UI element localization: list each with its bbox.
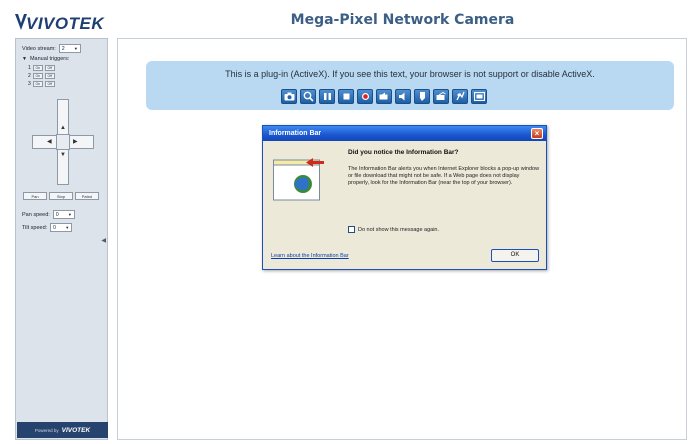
video-stream-row: Video stream: 2 ▼: [22, 44, 81, 53]
pan-right-icon[interactable]: ▶: [73, 139, 78, 145]
pan-button[interactable]: Pan: [23, 192, 47, 200]
video-toolbar: [281, 89, 487, 104]
trigger-3-off-button[interactable]: Off: [44, 81, 55, 87]
camera-icon[interactable]: [281, 89, 297, 104]
dialog-heading: Did you notice the Information Bar?: [348, 149, 459, 156]
page-title: Mega-Pixel Network Camera: [290, 12, 515, 28]
sidebar: Video stream: 2 ▼ ▼ Manual triggers: 1 O…: [15, 38, 108, 440]
trigger-1-off-button[interactable]: Off: [44, 65, 55, 71]
do-not-show-again-label[interactable]: Do not show this message again.: [358, 227, 439, 233]
video-stream-value: 2: [61, 45, 65, 52]
pan-speed-row: Pan speed: 0 ▼: [22, 210, 75, 219]
expand-icon: ▼: [22, 56, 27, 62]
collapse-sidebar-icon[interactable]: ◀: [101, 237, 106, 244]
tilt-speed-value: 0: [53, 224, 56, 231]
ptz-home-button[interactable]: [56, 134, 70, 150]
pan-speed-value: 0: [55, 211, 59, 218]
pan-speed-select[interactable]: 0 ▼: [52, 210, 75, 219]
trigger-2-on-button[interactable]: On: [32, 73, 43, 79]
tilt-speed-label: Tilt speed:: [22, 224, 48, 231]
dialog-title: Information Bar: [269, 130, 322, 137]
stop-icon[interactable]: [338, 89, 354, 104]
tilt-up-icon[interactable]: ▲: [60, 125, 66, 131]
pause-icon[interactable]: [319, 89, 335, 104]
trigger-2-off-button[interactable]: Off: [44, 73, 55, 79]
pan-speed-label: Pan speed:: [22, 211, 50, 218]
ptz-button-group: Pan Stop Patrol: [23, 192, 99, 200]
volume-icon[interactable]: [376, 89, 392, 104]
information-bar-illustration-icon: [273, 158, 324, 201]
trigger-row-3: 3 On Off: [28, 81, 55, 87]
trigger-1-on-button[interactable]: On: [32, 65, 43, 71]
tilt-speed-row: Tilt speed: 0 ▼: [22, 223, 73, 232]
stop-button[interactable]: Stop: [49, 192, 73, 200]
chevron-down-icon: ▼: [73, 46, 78, 51]
record-icon[interactable]: [357, 89, 373, 104]
trigger-3-on-button[interactable]: On: [32, 81, 43, 87]
trigger-number: 2: [28, 73, 31, 79]
close-icon[interactable]: ×: [531, 128, 543, 139]
trigger-number: 3: [28, 81, 31, 87]
manual-triggers-row[interactable]: ▼ Manual triggers:: [22, 56, 69, 62]
dialog-body-text: The Information Bar alerts you when Inte…: [348, 166, 540, 186]
do-not-show-again-checkbox[interactable]: [348, 226, 355, 233]
trigger-row-1: 1 On Off: [28, 65, 55, 71]
dialog-titlebar[interactable]: Information Bar ×: [263, 126, 546, 141]
main-view: This is a plug-in (ActiveX). If you see …: [117, 38, 687, 440]
fullscreen-icon[interactable]: [471, 89, 487, 104]
plugin-message: This is a plug-in (ActiveX). If you see …: [225, 69, 595, 79]
powered-by-label: Powered by: [34, 427, 59, 433]
pan-left-icon[interactable]: ◀: [47, 139, 52, 145]
powered-by-footer: Powered by VIVOTEK: [17, 422, 108, 438]
information-bar-dialog: Information Bar × Did you notice the Inf…: [262, 125, 547, 270]
video-stream-label: Video stream:: [22, 45, 56, 52]
speaker-icon[interactable]: [395, 89, 411, 104]
ptz-control-pad: ▲ ▼ ◀ ▶: [32, 99, 94, 185]
vivotek-logo: VIVOTEK: [8, 6, 108, 38]
patrol-button[interactable]: Patrol: [75, 192, 99, 200]
learn-about-information-bar-link[interactable]: Learn about the Information Bar: [271, 253, 349, 259]
video-stream-select[interactable]: 2 ▼: [58, 44, 81, 53]
ok-button[interactable]: OK: [491, 249, 539, 262]
chevron-down-icon: ▼: [67, 212, 72, 217]
trigger-number: 1: [28, 65, 31, 71]
plugin-area: This is a plug-in (ActiveX). If you see …: [146, 61, 674, 110]
trigger-row-2: 2 On Off: [28, 73, 55, 79]
zoom-icon[interactable]: [300, 89, 316, 104]
digital-zoom-icon[interactable]: [452, 89, 468, 104]
logo-text: VIVOTEK: [26, 14, 105, 33]
chevron-down-icon: ▼: [65, 225, 70, 230]
do-not-show-again-row[interactable]: Do not show this message again.: [348, 226, 439, 233]
powered-by-logo: VIVOTEK: [61, 426, 91, 434]
tilt-speed-select[interactable]: 0 ▼: [50, 223, 73, 232]
talk-icon[interactable]: [414, 89, 430, 104]
manual-triggers-label: Manual triggers:: [29, 56, 70, 62]
tilt-down-icon[interactable]: ▼: [60, 152, 66, 158]
mic-icon[interactable]: [433, 89, 449, 104]
